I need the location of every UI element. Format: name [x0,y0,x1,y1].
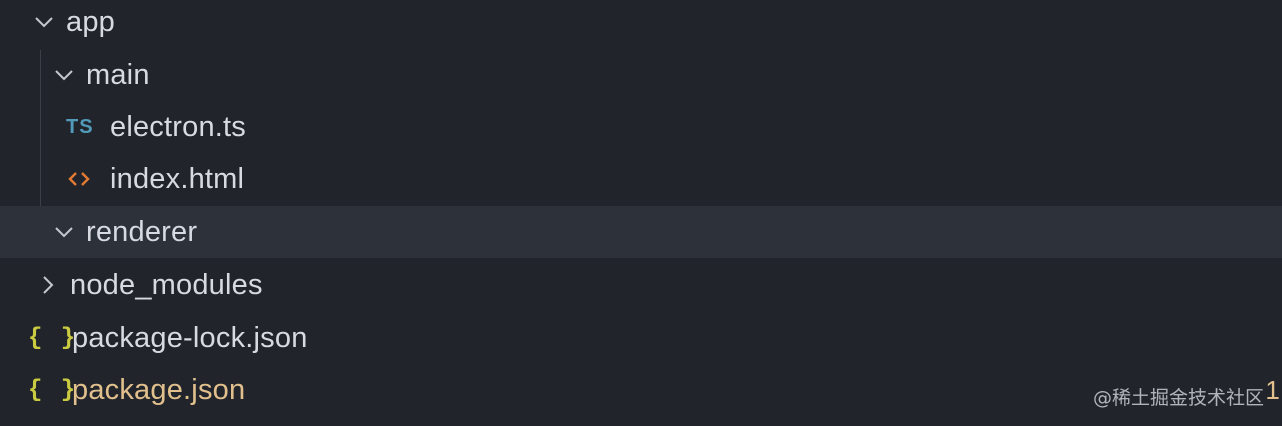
tree-item-label: package.json [72,373,246,406]
chevron-right-icon[interactable] [34,271,62,299]
tree-item-label: app [66,5,115,38]
tree-item-label: package-lock.json [72,321,308,354]
tree-item-label: index.html [110,162,245,195]
tree-item-app-folder[interactable]: app [0,0,1282,48]
typescript-icon: TS [66,115,94,138]
tree-item-package-lock-json[interactable]: { } package-lock.json [0,312,1282,364]
tree-item-label: electron.ts [110,110,246,143]
json-icon: { } [28,324,78,352]
tree-item-node-modules-folder[interactable]: node_modules [0,259,1282,311]
tree-item-main-folder[interactable]: main [0,49,1282,101]
html-icon [66,164,100,194]
tree-item-label: main [86,58,150,91]
chevron-down-icon[interactable] [50,218,78,246]
file-explorer-tree: app main TS electron.ts index.html rende… [0,0,1282,426]
tree-item-index-html[interactable]: index.html [0,153,1282,205]
tree-item-label: renderer [86,215,198,248]
tree-item-electron-ts[interactable]: TS electron.ts [0,101,1282,153]
tree-item-label: node_modules [70,268,263,301]
tree-item-renderer-folder[interactable]: renderer [0,206,1282,258]
problems-count-badge: 1 [1265,374,1280,405]
watermark-text: @稀土掘金技术社区 [1092,387,1264,409]
json-icon: { } [28,376,78,404]
chevron-down-icon[interactable] [30,8,58,36]
chevron-down-icon[interactable] [50,61,78,89]
tree-item-package-json[interactable]: { } package.json 1 [0,364,1282,416]
